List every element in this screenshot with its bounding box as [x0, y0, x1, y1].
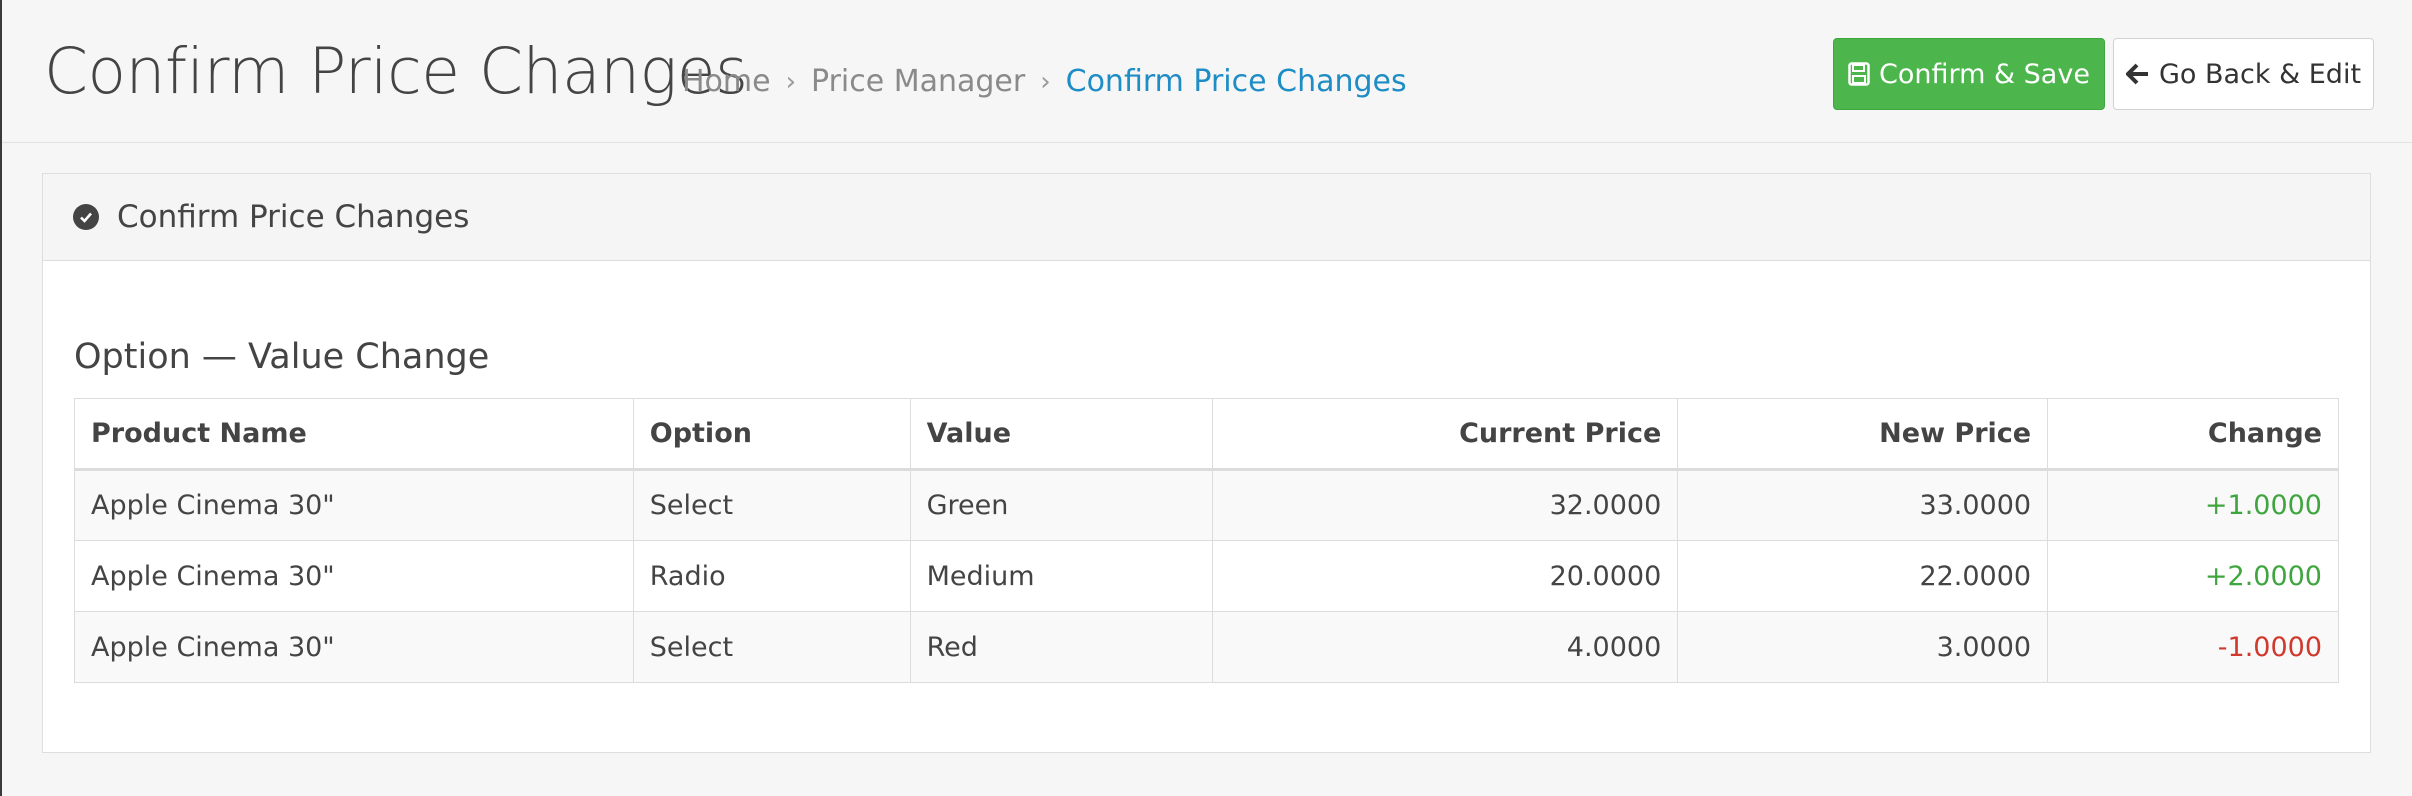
cell-new-price: 33.0000 — [1677, 469, 2049, 541]
table-header-row: Product Name Option Value Current Price … — [74, 398, 2339, 471]
table-row: Apple Cinema 30" Radio Medium 20.0000 22… — [74, 540, 2339, 612]
cell-option: Select — [632, 469, 911, 541]
cell-change: -1.0000 — [2047, 611, 2339, 683]
check-circle-icon — [73, 204, 99, 230]
confirm-save-label: Confirm & Save — [1879, 58, 2090, 90]
panel-title: Confirm Price Changes — [117, 199, 470, 235]
cell-new-price: 22.0000 — [1677, 540, 2049, 612]
go-back-edit-label: Go Back & Edit — [2158, 58, 2362, 90]
cell-option: Radio — [632, 540, 911, 612]
column-header-product-name[interactable]: Product Name — [74, 398, 634, 471]
cell-product-name: Apple Cinema 30" — [74, 469, 634, 541]
column-header-value[interactable]: Value — [909, 398, 1214, 471]
section-title: Option — Value Change — [74, 337, 490, 377]
cell-new-price: 3.0000 — [1677, 611, 2049, 683]
cell-change: +1.0000 — [2047, 469, 2339, 541]
breadcrumb-price-manager[interactable]: Price Manager — [811, 64, 1025, 99]
column-header-current-price[interactable]: Current Price — [1212, 398, 1679, 471]
confirm-save-button[interactable]: Confirm & Save — [1833, 38, 2105, 110]
cell-current-price: 32.0000 — [1212, 469, 1679, 541]
save-icon — [1848, 62, 1870, 86]
table-row: Apple Cinema 30" Select Red 4.0000 3.000… — [74, 611, 2339, 683]
page-title: Confirm Price Changes — [44, 35, 748, 108]
column-header-change[interactable]: Change — [2047, 398, 2339, 471]
breadcrumb-current[interactable]: Confirm Price Changes — [1066, 64, 1407, 99]
arrow-left-icon — [2125, 63, 2148, 85]
table-row: Apple Cinema 30" Select Green 32.0000 33… — [74, 469, 2339, 541]
price-changes-table: Product Name Option Value Current Price … — [74, 398, 2339, 683]
cell-value: Red — [909, 611, 1214, 683]
panel-heading: Confirm Price Changes — [43, 174, 2370, 261]
page-header: Confirm Price Changes Home › Price Manag… — [2, 0, 2412, 143]
cell-product-name: Apple Cinema 30" — [74, 611, 634, 683]
cell-change: +2.0000 — [2047, 540, 2339, 612]
breadcrumb-separator-icon: › — [1040, 66, 1051, 97]
breadcrumb: Home › Price Manager › Confirm Price Cha… — [682, 64, 1407, 99]
cell-option: Select — [632, 611, 911, 683]
breadcrumb-home[interactable]: Home — [682, 64, 771, 99]
cell-product-name: Apple Cinema 30" — [74, 540, 634, 612]
cell-value: Medium — [909, 540, 1214, 612]
confirm-panel: Confirm Price Changes Option — Value Cha… — [42, 173, 2371, 753]
go-back-edit-button[interactable]: Go Back & Edit — [2113, 38, 2374, 110]
cell-value: Green — [909, 469, 1214, 541]
cell-current-price: 20.0000 — [1212, 540, 1679, 612]
column-header-option[interactable]: Option — [632, 398, 911, 471]
column-header-new-price[interactable]: New Price — [1677, 398, 2049, 471]
cell-current-price: 4.0000 — [1212, 611, 1679, 683]
breadcrumb-separator-icon: › — [785, 66, 796, 97]
